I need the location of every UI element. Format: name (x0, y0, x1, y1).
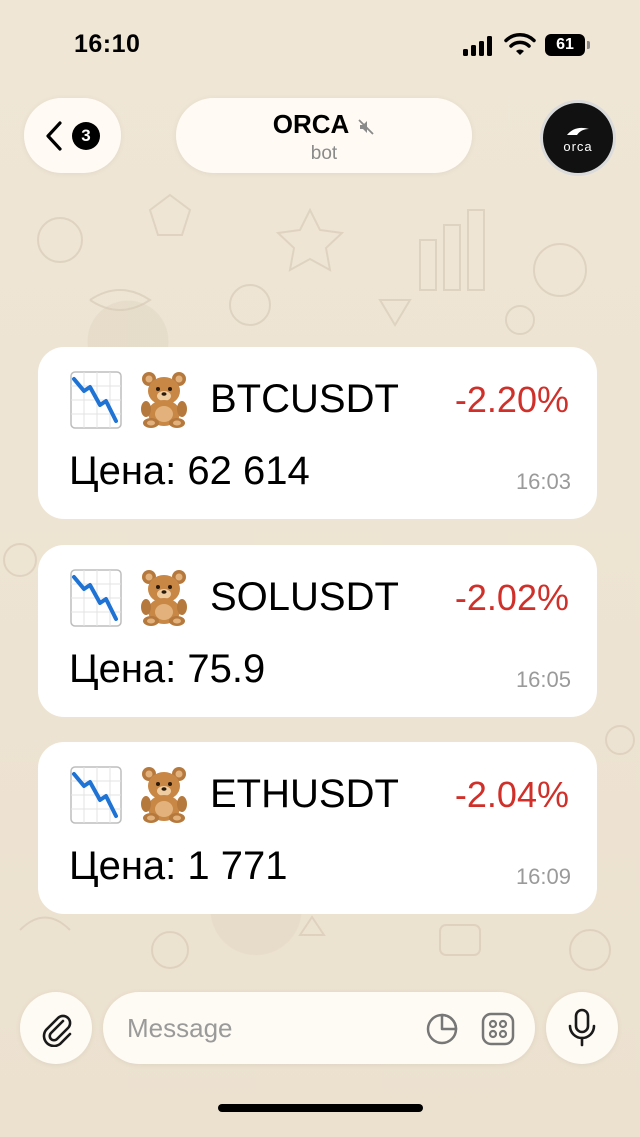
price-change: -2.20% (454, 379, 569, 420)
chat-title-pill[interactable]: ORCA bot (176, 98, 472, 173)
status-bar: 16:10 61 (0, 0, 640, 90)
ticker-symbol: ETHUSDT (210, 772, 399, 816)
back-chevron-icon (46, 121, 62, 151)
orca-logo-icon (567, 127, 589, 135)
status-time: 16:10 (74, 30, 141, 58)
message-bubble[interactable]: BTCUSDT -2.20% Цена: 62 614 16:03 (38, 347, 597, 519)
message-time: 16:03 (515, 469, 571, 494)
message-time: 16:09 (515, 864, 571, 889)
price-text: Цена: 1 771 (69, 844, 288, 888)
battery-icon: 61 (545, 34, 585, 56)
unread-count-badge: 3 (72, 122, 100, 150)
microphone-button[interactable] (546, 992, 618, 1064)
paperclip-icon (42, 1014, 72, 1047)
price-text: Цена: 75.9 (69, 647, 266, 691)
chart-decreasing-icon (70, 569, 122, 627)
teddy-bear-icon (141, 767, 187, 823)
mute-icon (358, 118, 374, 135)
message-bubble[interactable]: SOLUSDT -2.02% Цена: 75.9 16:05 (38, 545, 597, 717)
chat-title: ORCA (272, 109, 350, 139)
message-bubble[interactable]: ETHUSDT -2.04% Цена: 1 771 16:09 (38, 742, 597, 914)
ticker-symbol: SOLUSDT (210, 575, 399, 619)
message-field[interactable] (103, 992, 535, 1064)
price-text: Цена: 62 614 (69, 449, 310, 493)
chart-decreasing-icon (70, 371, 122, 429)
chat-subtitle: bot (310, 143, 338, 164)
chart-decreasing-icon (70, 766, 122, 824)
message-time: 16:05 (515, 667, 571, 692)
teddy-bear-icon (141, 372, 187, 428)
bot-avatar[interactable]: orca (540, 100, 616, 176)
bot-commands-icon[interactable] (481, 1012, 515, 1046)
message-input[interactable] (127, 1010, 417, 1046)
back-button[interactable]: 3 (24, 98, 121, 173)
sticker-icon[interactable] (425, 1012, 459, 1046)
teddy-bear-icon (141, 570, 187, 626)
avatar-label: orca (563, 138, 593, 154)
signal-icon (463, 36, 495, 56)
ticker-symbol: BTCUSDT (210, 377, 399, 421)
attach-button[interactable] (20, 992, 92, 1064)
price-change: -2.02% (454, 577, 569, 618)
microphone-icon (568, 1008, 596, 1047)
home-indicator[interactable] (218, 1104, 423, 1112)
price-change: -2.04% (454, 774, 569, 815)
battery-tip (587, 41, 590, 49)
wifi-icon (504, 33, 536, 55)
